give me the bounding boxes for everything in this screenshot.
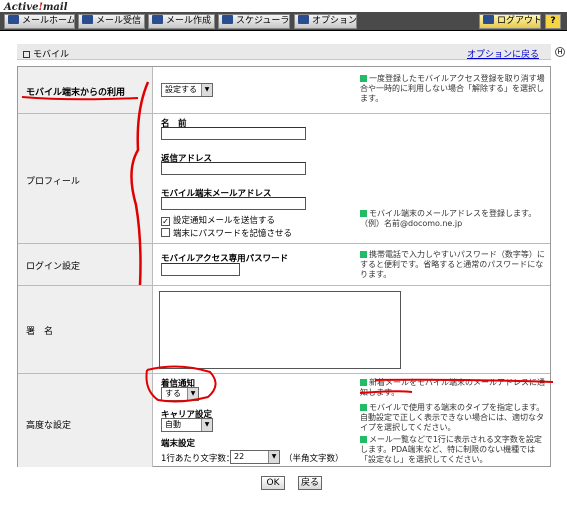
chars-per-line-label: 1行あたり文字数：: [161, 454, 235, 464]
device-hint-text: メール一覧などで1行に表示される文字数を設定します。PDA端末など、特に制限のな…: [360, 435, 542, 464]
home-icon: [8, 15, 19, 24]
row-advanced: 高度な設定 着信通知 する ▼ キャリア設定 自動 ▼ 端末設定 1行あたり文字数：…: [18, 374, 550, 467]
row-label-cell: 高度な設定: [18, 374, 153, 467]
device-settings-label: 端末設定: [161, 439, 196, 449]
incoming-notify-value: する: [165, 389, 181, 398]
chars-per-line-value: 22: [234, 452, 245, 461]
row-mobile-use: モバイル端末からの利用 設定する ▼ 一度登録したモバイルアクセス登録を取り消す場…: [18, 67, 550, 114]
compose-button[interactable]: メール作成: [148, 14, 215, 29]
login-hint: 携帯電話で入力しやすいパスワード（数字等）にすると便利です。省略すると通常のパス…: [360, 250, 548, 280]
row-login: ログイン設定 モバイルアクセス専用パスワード 携帯電話で入力しやすいパスワード（…: [18, 244, 550, 286]
reply-address-input[interactable]: [161, 162, 306, 175]
help-button[interactable]: ?: [545, 14, 561, 29]
options-icon: [298, 15, 309, 24]
mobile-use-hint: 一度登録したモバイルアクセス登録を取り消す場合や一時的に利用しない場合「解除する…: [360, 74, 548, 104]
calendar-icon: [222, 15, 233, 24]
notify-mail-checkbox[interactable]: ✓ 設定通知メールを送信する: [161, 214, 275, 226]
logout-label: ログアウト: [497, 16, 541, 26]
row-label-cell: モバイル端末からの利用: [18, 67, 153, 113]
options-button[interactable]: オプション: [294, 14, 357, 29]
chevron-down-icon: ▼: [201, 84, 212, 96]
help-icon[interactable]: H: [555, 47, 565, 57]
carrier-hint-text: モバイルで使用する端末のタイプを指定します。自動設定で正しく表示できない場合には…: [360, 403, 545, 432]
chevron-down-icon: ▼: [201, 419, 212, 431]
incoming-notify-hint-text: 新着メールをモバイル端末のメールアドレスに通知します。: [360, 378, 545, 397]
incoming-notify-hint: 新着メールをモバイル端末のメールアドレスに通知します。: [360, 378, 548, 398]
mail-home-label: メールホーム: [22, 16, 75, 26]
chars-unit-label: （半角文字数）: [284, 454, 344, 464]
ok-button[interactable]: OK: [261, 476, 285, 490]
login-hint-text: 携帯電話で入力しやすいパスワード（数字等）にすると便利です。省略すると通常のパス…: [360, 250, 545, 279]
mobile-use-label: モバイル端末からの利用: [26, 88, 126, 98]
chevron-down-icon: ▼: [187, 388, 198, 400]
row-profile: プロフィール 名 前 返信アドレス モバイル端末メールアドレス ✓ 設定通知メール…: [18, 114, 550, 244]
remember-password-checkbox[interactable]: 端末にパスワードを記憶させる: [161, 227, 292, 239]
login-label: ログイン設定: [26, 262, 81, 272]
logout-button[interactable]: ログアウト: [479, 14, 541, 29]
profile-hint: モバイル端末のメールアドレスを登録します。（例）名前@docomo.ne.jp: [360, 209, 548, 229]
advanced-label: 高度な設定: [26, 421, 72, 431]
page-title: モバイル: [23, 47, 69, 60]
mobile-email-input[interactable]: [161, 197, 306, 210]
mobile-use-select[interactable]: 設定する ▼: [161, 83, 213, 97]
profile-hint-text: モバイル端末のメールアドレスを登録します。（例）名前@docomo.ne.jp: [360, 209, 537, 228]
notify-mail-checkbox-label: 設定通知メールを送信する: [173, 216, 276, 226]
carrier-select[interactable]: 自動 ▼: [161, 418, 213, 432]
arrow-icon: [360, 404, 367, 411]
checkbox-checked-icon: ✓: [161, 217, 170, 226]
scheduler-label: スケジューラ: [236, 16, 290, 26]
signature-textarea[interactable]: [159, 291, 401, 369]
name-input[interactable]: [161, 127, 306, 140]
arrow-icon: [360, 436, 367, 443]
signature-label: 署 名: [26, 327, 54, 337]
chevron-down-icon: ▼: [268, 451, 279, 463]
profile-label: プロフィール: [26, 177, 80, 187]
options-label: オプション: [312, 16, 357, 26]
back-button[interactable]: 戻る: [298, 476, 322, 490]
arrow-icon: [360, 210, 367, 217]
main-toolbar: メールホーム メール受信 メール作成 スケジューラ オプション ログアウト ?: [0, 12, 567, 31]
arrow-icon: [360, 75, 367, 82]
row-label-cell: 署 名: [18, 286, 153, 373]
inbox-label: メール受信: [96, 16, 142, 26]
inbox-button[interactable]: メール受信: [78, 14, 145, 29]
checkbox-icon: [161, 228, 170, 237]
row-signature: 署 名: [18, 286, 550, 374]
row-label-cell: ログイン設定: [18, 244, 153, 285]
arrow-icon: [360, 379, 367, 386]
arrow-icon: [360, 251, 367, 258]
carrier-select-value: 自動: [165, 420, 181, 429]
row-label-cell: プロフィール: [18, 114, 153, 243]
compose-label: メール作成: [166, 16, 212, 26]
carrier-hint: モバイルで使用する端末のタイプを指定します。自動設定で正しく表示できない場合には…: [360, 403, 548, 433]
device-hint: メール一覧などで1行に表示される文字数を設定します。PDA端末など、特に制限のな…: [360, 435, 548, 465]
logout-icon: [483, 15, 494, 24]
mobile-settings-form: モバイル端末からの利用 設定する ▼ 一度登録したモバイルアクセス登録を取り消す場…: [17, 66, 551, 467]
square-icon: [23, 51, 30, 58]
remember-password-checkbox-label: 端末にパスワードを記憶させる: [173, 229, 293, 239]
page-header: モバイル オプションに戻る H: [17, 44, 565, 60]
envelope-icon: [82, 15, 93, 24]
page-title-text: モバイル: [33, 50, 70, 60]
chars-per-line-select[interactable]: 22 ▼: [230, 450, 280, 464]
incoming-notify-select[interactable]: する ▼: [161, 387, 199, 401]
mobile-use-hint-text: 一度登録したモバイルアクセス登録を取り消す場合や一時的に利用しない場合「解除する…: [360, 74, 545, 103]
scheduler-button[interactable]: スケジューラ: [218, 14, 290, 29]
back-to-options-link[interactable]: オプションに戻る: [467, 47, 539, 60]
pencil-icon: [152, 15, 163, 24]
mail-home-button[interactable]: メールホーム: [4, 14, 75, 29]
mobile-use-select-value: 設定する: [165, 85, 197, 94]
mobile-password-input[interactable]: [161, 263, 240, 276]
